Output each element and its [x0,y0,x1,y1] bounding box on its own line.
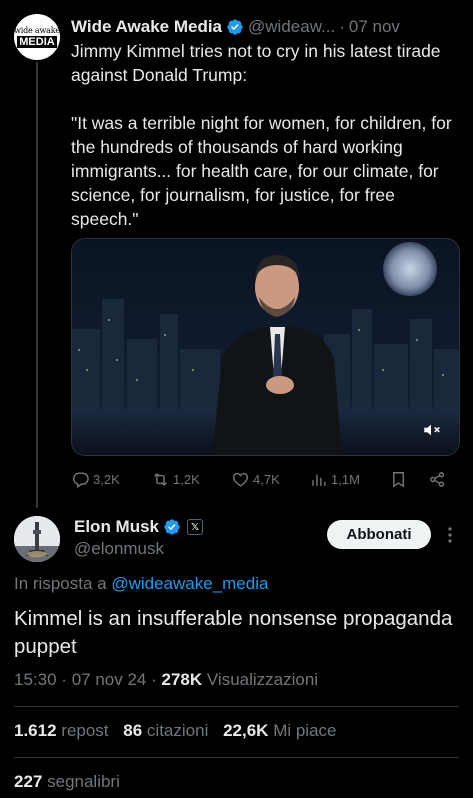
quotes-label: citazioni [146,721,209,740]
reply-button[interactable]: 3,2K [71,470,120,489]
avatar-text-bottom: MEDIA [17,35,57,48]
reposts-stat[interactable]: 1.612 repost [14,721,109,740]
video-player[interactable] [71,238,460,456]
separator-dot: · [151,670,157,689]
views-count: 1,1M [331,471,360,487]
verified-badge-icon [164,519,180,535]
separator-dot: · [339,17,345,36]
likes-stat[interactable]: 22,6K Mi piace [223,721,336,740]
reposts-count: 1.612 [14,721,57,740]
bookmark-icon [393,471,404,488]
avatar[interactable]: wide awake MEDIA [14,14,60,60]
views-label: Visualizzazioni [206,670,319,689]
repost-count: 1,2K [173,471,200,487]
avatar[interactable] [14,516,60,562]
video-thumbnail [72,239,459,455]
separator-dot: · [61,670,67,689]
verified-badge-icon [227,19,243,35]
engagement-stats: 1.612 repost 86 citazioni 22,6K Mi piace [14,721,337,741]
affiliate-badge-icon[interactable]: 𝕏 [187,519,204,535]
avatar-text-top: wide awake [14,25,60,35]
share-button[interactable] [428,470,447,489]
author-handle[interactable]: @elonmusk [74,539,164,559]
author-handle[interactable]: @wideaw... [248,17,335,37]
heart-icon [232,472,249,487]
avatar-image [14,516,60,562]
reply-count: 3,2K [93,471,120,487]
tweet-text: Jimmy Kimmel tries not to cry in his lat… [71,41,452,229]
author-name-row: Elon Musk 𝕏 [74,516,204,538]
reply-context: In risposta a @wideawake_media [14,574,268,594]
bookmarks-stat[interactable]: 227 segnalibri [14,772,120,792]
like-count: 4,7K [253,471,280,487]
repost-icon [154,472,167,486]
tweet-date[interactable]: 07 nov 24 [72,670,147,689]
tweet-date[interactable]: 07 nov [349,17,400,37]
divider [14,757,459,758]
repost-button[interactable]: 1,2K [151,470,200,489]
like-button[interactable]: 4,7K [231,470,280,489]
likes-label: Mi piace [273,721,337,740]
views-count: 278K [161,670,203,689]
quotes-stat[interactable]: 86 citazioni [123,721,208,740]
reply-prefix: In risposta a [14,574,112,593]
bookmark-button[interactable] [389,470,408,489]
likes-count: 22,6K [223,721,269,740]
reply-mention-link[interactable]: @wideawake_media [111,574,268,593]
views-icon [312,474,326,486]
reposts-label: repost [61,721,109,740]
divider [14,706,459,707]
bookmarks-label: segnalibri [47,772,120,791]
reply-icon [72,471,89,488]
share-icon [430,471,445,487]
bookmarks-count: 227 [14,772,43,791]
tweet-header: Wide Awake Media @wideaw... · 07 nov [71,15,461,39]
quotes-count: 86 [123,721,143,740]
author-name[interactable]: Elon Musk [74,517,159,537]
mute-icon[interactable] [421,421,441,439]
tweet-text: Kimmel is an insufferable nonsense propa… [14,607,453,658]
views-button[interactable]: 1,1M [309,470,360,489]
follow-button[interactable]: Abbonati [327,520,431,549]
tweet-meta: 15:30 · 07 nov 24 · 278K Visualizzazioni [14,670,318,690]
more-options-icon[interactable] [444,524,456,546]
author-name[interactable]: Wide Awake Media [71,17,222,37]
parent-tweet[interactable]: wide awake MEDIA Wide Awake Media @widea… [0,0,473,510]
tweet-time[interactable]: 15:30 [14,670,57,689]
tweet-actions: 3,2K 1,2K 4,7K 1,1M [71,466,461,492]
